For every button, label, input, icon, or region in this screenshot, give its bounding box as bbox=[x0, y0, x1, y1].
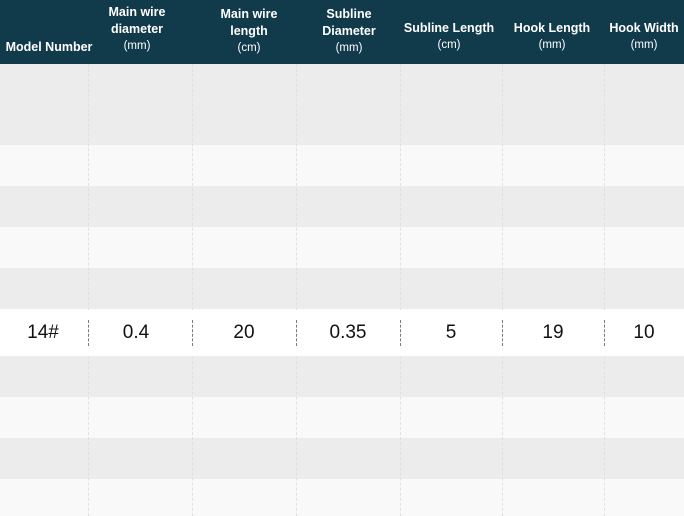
table-row-blurred bbox=[0, 356, 684, 397]
table-row-blurred bbox=[0, 227, 684, 268]
header-model-number: Model Number bbox=[0, 0, 98, 64]
table-row-blurred bbox=[0, 64, 684, 104]
header-label: Hook Width bbox=[609, 21, 679, 35]
table-row-blurred bbox=[0, 104, 684, 145]
header-label: diameter bbox=[110, 22, 164, 36]
header-unit: (cm) bbox=[437, 39, 461, 51]
column-divider bbox=[296, 64, 297, 310]
header-subline-diameter: Subline Diameter (mm) bbox=[306, 0, 392, 64]
header-label: Diameter bbox=[322, 24, 376, 38]
cell-main-wire-length: 20 bbox=[233, 322, 255, 343]
header-main-wire-length: Main wire length (cm) bbox=[198, 0, 300, 64]
header-label: length bbox=[230, 24, 268, 38]
column-divider bbox=[400, 356, 401, 516]
cell-subline-length: 5 bbox=[445, 322, 457, 343]
cell-subline-diameter: 0.35 bbox=[329, 322, 367, 343]
header-unit: (cm) bbox=[237, 42, 261, 54]
header-unit: (mm) bbox=[123, 40, 151, 52]
column-divider bbox=[192, 64, 193, 310]
header-label: Subline bbox=[326, 7, 372, 21]
header-unit: (mm) bbox=[335, 42, 363, 54]
table-row-highlighted: 14# 0.4 20 0.35 5 19 10 bbox=[0, 310, 684, 356]
column-divider bbox=[192, 356, 193, 516]
column-divider bbox=[296, 356, 297, 516]
column-divider bbox=[604, 64, 605, 310]
cell-hook-width: 10 bbox=[633, 322, 655, 343]
header-label: Subline Length bbox=[403, 21, 495, 35]
header-hook-length: Hook Length (mm) bbox=[502, 0, 602, 64]
cell-main-wire-diameter: 0.4 bbox=[122, 322, 150, 343]
table-row-blurred bbox=[0, 438, 684, 479]
cell-hook-length: 19 bbox=[542, 322, 564, 343]
header-label: Main wire bbox=[108, 5, 166, 19]
table-row-blurred bbox=[0, 397, 684, 438]
header-hook-width: Hook Width (mm) bbox=[604, 0, 684, 64]
spec-table: Model Number Main wire diameter (mm) Mai… bbox=[0, 0, 684, 516]
column-divider bbox=[400, 64, 401, 310]
cell-model-number: 14# bbox=[27, 322, 59, 343]
header-unit: (mm) bbox=[538, 39, 566, 51]
header-label: Hook Length bbox=[513, 21, 591, 35]
table-row-blurred bbox=[0, 268, 684, 309]
table-header: Model Number Main wire diameter (mm) Mai… bbox=[0, 0, 684, 64]
header-label: Model Number bbox=[5, 40, 93, 54]
header-label: Main wire bbox=[220, 7, 278, 21]
column-divider bbox=[502, 64, 503, 310]
header-unit: (mm) bbox=[630, 39, 658, 51]
table-row-blurred bbox=[0, 479, 684, 516]
table-row-blurred bbox=[0, 145, 684, 186]
table-row-blurred bbox=[0, 186, 684, 227]
column-divider bbox=[604, 356, 605, 516]
header-main-wire-diameter: Main wire diameter (mm) bbox=[92, 0, 182, 64]
header-subline-length: Subline Length (cm) bbox=[398, 0, 500, 64]
column-divider bbox=[502, 356, 503, 516]
column-divider bbox=[88, 64, 89, 310]
column-divider bbox=[88, 356, 89, 516]
